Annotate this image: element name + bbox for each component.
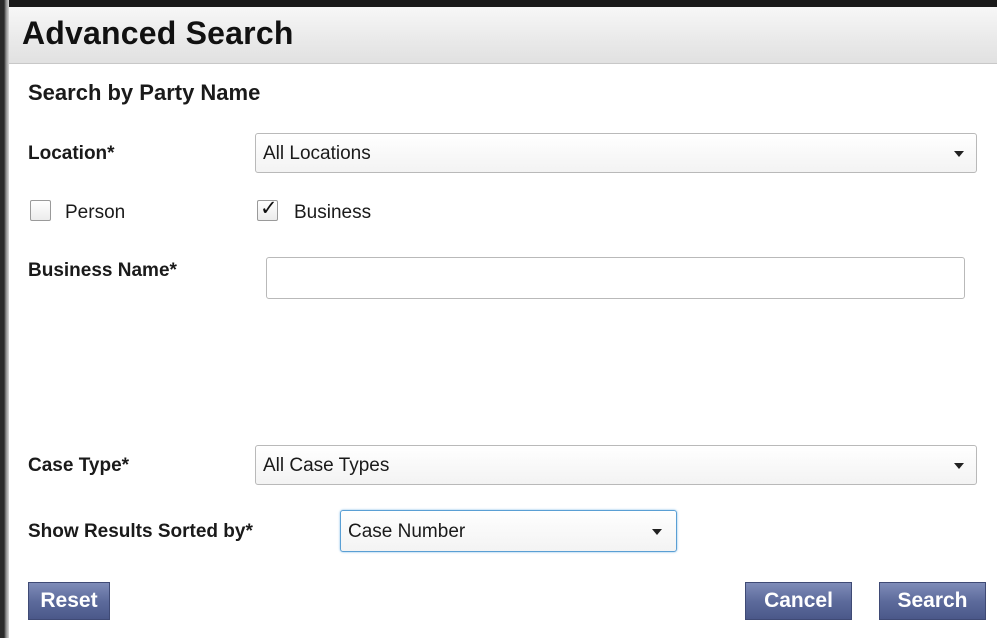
chevron-down-icon <box>652 529 662 535</box>
search-button[interactable]: Search <box>879 582 986 620</box>
cancel-button[interactable]: Cancel <box>745 582 852 620</box>
location-select-value: All Locations <box>263 143 371 164</box>
case-type-label: Case Type* <box>28 455 130 476</box>
section-heading: Search by Party Name <box>28 80 261 105</box>
dialog-titlebar: Advanced Search <box>9 7 997 64</box>
business-checkbox[interactable]: ✓ <box>257 197 278 221</box>
sort-label: Show Results Sorted by* <box>28 521 253 542</box>
business-label: Business <box>294 202 372 223</box>
reset-button[interactable]: Reset <box>28 582 110 620</box>
person-label: Person <box>65 202 126 223</box>
checkmark-icon: ✓ <box>260 197 278 220</box>
case-type-select[interactable]: All Case Types <box>255 445 977 485</box>
dialog-title: Advanced Search <box>22 15 294 51</box>
sort-select-value: Case Number <box>348 521 466 542</box>
sort-select[interactable]: Case Number <box>340 510 677 552</box>
advanced-search-dialog: Advanced Search Search by Party Name Loc… <box>0 0 997 638</box>
case-type-select-value: All Case Types <box>263 455 390 476</box>
location-label: Location* <box>28 143 115 164</box>
chevron-down-icon <box>954 463 964 469</box>
business-name-input[interactable] <box>266 257 965 299</box>
business-name-label: Business Name* <box>28 260 177 281</box>
location-select[interactable]: All Locations <box>255 133 977 173</box>
window-left-edge <box>0 0 9 638</box>
person-checkbox[interactable] <box>30 200 51 221</box>
window-top-edge <box>0 0 997 7</box>
chevron-down-icon <box>954 151 964 157</box>
